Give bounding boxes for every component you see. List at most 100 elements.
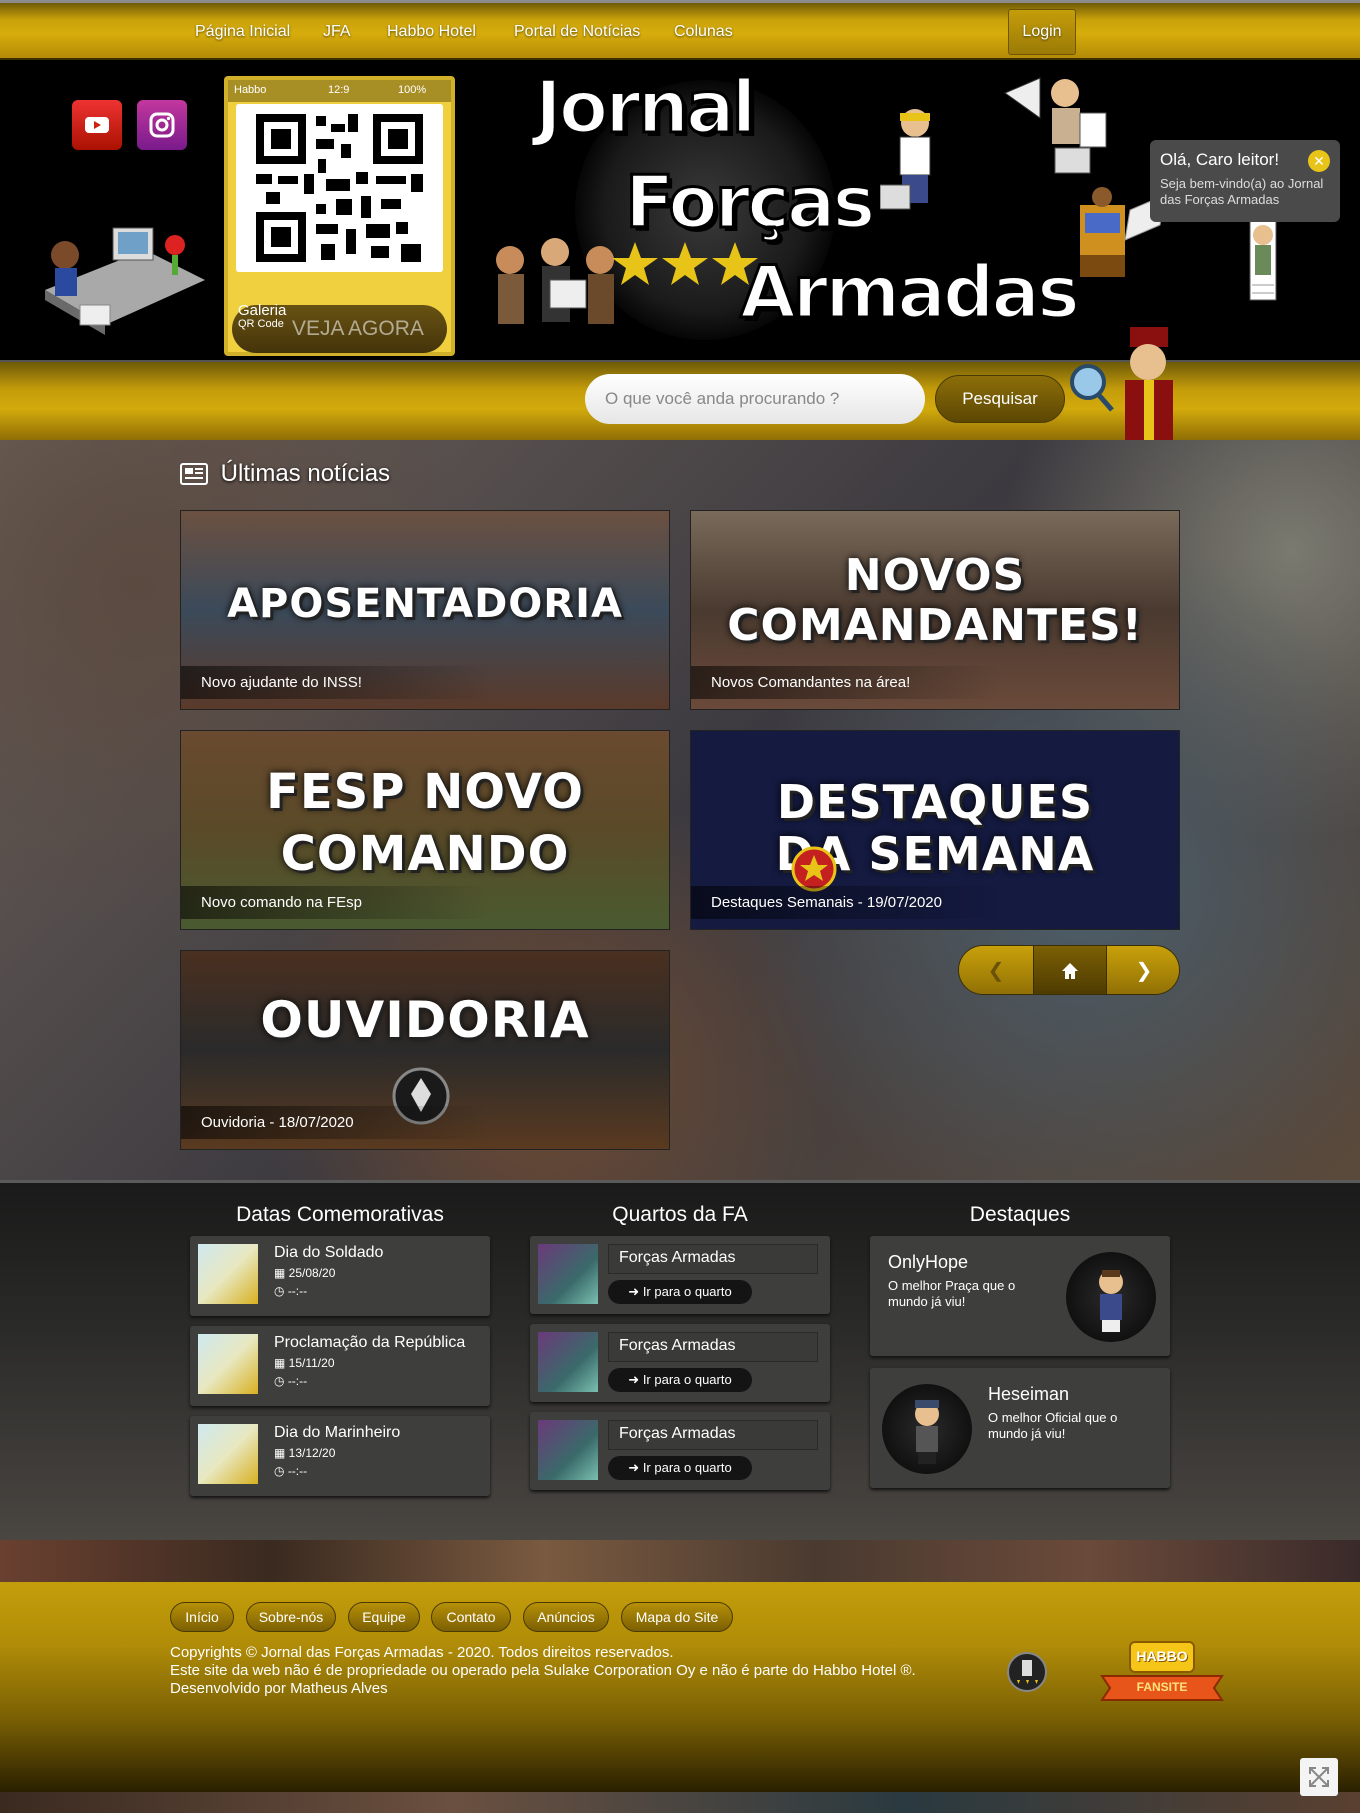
footer-link-ads[interactable]: Anúncios xyxy=(523,1602,609,1632)
date-thumbnail xyxy=(198,1244,258,1304)
news-section: Últimas notícias APOSENTADORIA Novo ajud… xyxy=(0,440,1360,1180)
highlight-text: O melhor Praça que o mundo já viu! xyxy=(888,1278,1016,1309)
youtube-icon[interactable] xyxy=(72,100,122,150)
news-card[interactable]: OUVIDORIA Ouvidoria - 18/07/2020 xyxy=(180,950,670,1150)
qr-phone-widget[interactable]: Habbo 12:9 100% VEJA AGORA Galeria QR Co… xyxy=(224,76,455,356)
news-card[interactable]: FESP NOVO COMANDO Novo comando na FEsp xyxy=(180,730,670,930)
header-banner: Habbo 12:9 100% VEJA AGORA Galeria QR Co… xyxy=(0,60,1360,360)
badge-bottom-text: FANSITE xyxy=(1136,1680,1188,1694)
jfa-emblem-icon xyxy=(1007,1652,1047,1692)
welcome-box: Olá, Caro leitor! Seja bem-vindo(a) ao J… xyxy=(1150,140,1340,222)
phone-battery: 100% xyxy=(398,84,427,96)
go-to-room-button[interactable]: ➜ Ir para o quarto xyxy=(608,1280,752,1304)
highlight-card: OnlyHope O melhor Praça que o mundo já v… xyxy=(870,1236,1170,1356)
room-name: Forças Armadas xyxy=(608,1244,818,1274)
search-input[interactable] xyxy=(585,374,925,424)
highlight-card: Heseiman O melhor Oficial que o mundo já… xyxy=(870,1368,1170,1488)
room-thumbnail xyxy=(538,1332,598,1392)
phone-time: 12:9 xyxy=(328,84,350,96)
close-icon[interactable]: ✕ xyxy=(1308,150,1330,172)
news-card-caption: Novo ajudante do INSS! xyxy=(181,666,491,699)
rooms-title: Quartos da FA xyxy=(612,1203,748,1226)
newspaper-boy-illustration xyxy=(880,109,931,210)
gallery-label: Galeria xyxy=(238,302,287,319)
welcome-text: Seja bem-vindo(a) ao Jornal das Forças A… xyxy=(1160,176,1324,207)
detective-illustration xyxy=(1070,327,1173,442)
footer-link-home[interactable]: Início xyxy=(170,1602,234,1632)
room-name: Forças Armadas xyxy=(608,1332,818,1362)
clock-icon: ◷ xyxy=(274,1374,288,1388)
news-card-banner: DESTAQUES DA SEMANA xyxy=(775,775,1095,881)
news-card[interactable]: NOVOS COMANDANTES! Novos Comandantes na … xyxy=(690,510,1180,710)
megaphone-illustration xyxy=(1003,77,1107,174)
date-thumbnail xyxy=(198,1334,258,1394)
nav-columns[interactable]: Colunas xyxy=(674,23,733,41)
badge-top-text: HABBO xyxy=(1136,1648,1188,1664)
footer: Início Sobre-nós Equipe Contato Anúncios… xyxy=(0,1582,1360,1792)
habbo-desk-illustration xyxy=(45,227,205,335)
avatar xyxy=(1066,1252,1156,1342)
logo-line-2: Forças xyxy=(623,159,876,246)
dates-title: Datas Comemorativas xyxy=(236,1203,444,1226)
nav-home[interactable]: Página Inicial xyxy=(195,23,290,41)
footer-link-sitemap[interactable]: Mapa do Site xyxy=(621,1602,733,1632)
news-card-banner: FESP NOVO COMANDO xyxy=(266,764,584,882)
footer-link-contact[interactable]: Contato xyxy=(431,1602,511,1632)
phone-carrier: Habbo xyxy=(234,84,267,96)
date-value: 13/12/20 xyxy=(288,1446,336,1460)
sign-in-icon: ➜ xyxy=(628,1460,643,1475)
top-navbar: Página Inicial JFA Habbo Hotel Portal de… xyxy=(0,0,1360,60)
highlight-name: Heseiman xyxy=(988,1384,1070,1404)
search-bar: Pesquisar xyxy=(0,327,1360,442)
room-item: Forças Armadas ➜ Ir para o quarto xyxy=(530,1412,830,1490)
expand-icon[interactable] xyxy=(1300,1758,1338,1796)
news-card-banner: NOVOS COMANDANTES! xyxy=(727,550,1143,651)
nav-jfa[interactable]: JFA xyxy=(323,23,351,41)
room-item: Forças Armadas ➜ Ir para o quarto xyxy=(530,1324,830,1402)
news-card-caption: Novos Comandantes na área! xyxy=(691,666,1001,699)
date-thumbnail xyxy=(198,1424,258,1484)
calendar-icon: ▦ xyxy=(274,1356,289,1370)
news-card[interactable]: DESTAQUES DA SEMANA Destaques Semanais -… xyxy=(690,730,1180,930)
calendar-icon: ▦ xyxy=(274,1446,289,1460)
home-icon[interactable] xyxy=(1033,946,1107,994)
instagram-icon[interactable] xyxy=(137,100,187,150)
date-item: Dia do Soldado ▦ 25/08/20 ◷ --:-- xyxy=(190,1236,490,1316)
date-item: Proclamação da República ▦ 15/11/20 ◷ --… xyxy=(190,1326,490,1406)
logo-line-3: Armadas xyxy=(739,249,1082,336)
sign-in-icon: ➜ xyxy=(628,1372,643,1387)
date-item: Dia do Marinheiro ▦ 13/12/20 ◷ --:-- xyxy=(190,1416,490,1496)
room-item: Forças Armadas ➜ Ir para o quarto xyxy=(530,1236,830,1314)
login-button[interactable]: Login xyxy=(1008,9,1076,55)
highlight-name: OnlyHope xyxy=(888,1252,969,1272)
chevron-left-icon[interactable]: ❮ xyxy=(959,946,1033,994)
clock-icon: ◷ xyxy=(274,1284,288,1298)
room-name: Forças Armadas xyxy=(608,1420,818,1450)
decorative-strip-bottom xyxy=(0,1792,1360,1813)
calendar-icon: ▦ xyxy=(274,1266,289,1280)
footer-link-team[interactable]: Equipe xyxy=(348,1602,420,1632)
news-card[interactable]: APOSENTADORIA Novo ajudante do INSS! xyxy=(180,510,670,710)
welcome-title: Olá, Caro leitor! xyxy=(1160,150,1280,169)
decorative-strip xyxy=(0,1540,1360,1582)
sign-in-icon: ➜ xyxy=(628,1284,643,1299)
date-name: Dia do Soldado xyxy=(274,1244,384,1261)
news-title: Últimas notícias xyxy=(220,460,391,487)
news-card-banner: OUVIDORIA xyxy=(260,991,590,1049)
search-button[interactable]: Pesquisar xyxy=(935,375,1065,423)
disclaimer-text: Este site da web não é de propriedade ou… xyxy=(170,1662,916,1679)
avatar xyxy=(882,1384,972,1474)
nav-news-portal[interactable]: Portal de Notícias xyxy=(514,23,640,41)
time-value: --:-- xyxy=(287,1464,308,1478)
go-to-room-button[interactable]: ➜ Ir para o quarto xyxy=(608,1456,752,1480)
highlights-title: Destaques xyxy=(969,1203,1071,1226)
nav-habbo-hotel[interactable]: Habbo Hotel xyxy=(387,23,476,41)
newspaper-icon xyxy=(180,463,208,485)
footer-link-about[interactable]: Sobre-nós xyxy=(246,1602,336,1632)
date-name: Proclamação da República xyxy=(274,1334,466,1351)
date-value: 15/11/20 xyxy=(288,1356,335,1370)
go-to-room-button[interactable]: ➜ Ir para o quarto xyxy=(608,1368,752,1392)
news-card-caption: Ouvidoria - 18/07/2020 xyxy=(181,1106,491,1139)
chevron-right-icon[interactable]: ❯ xyxy=(1107,946,1179,994)
news-card-banner: APOSENTADORIA xyxy=(227,581,623,627)
